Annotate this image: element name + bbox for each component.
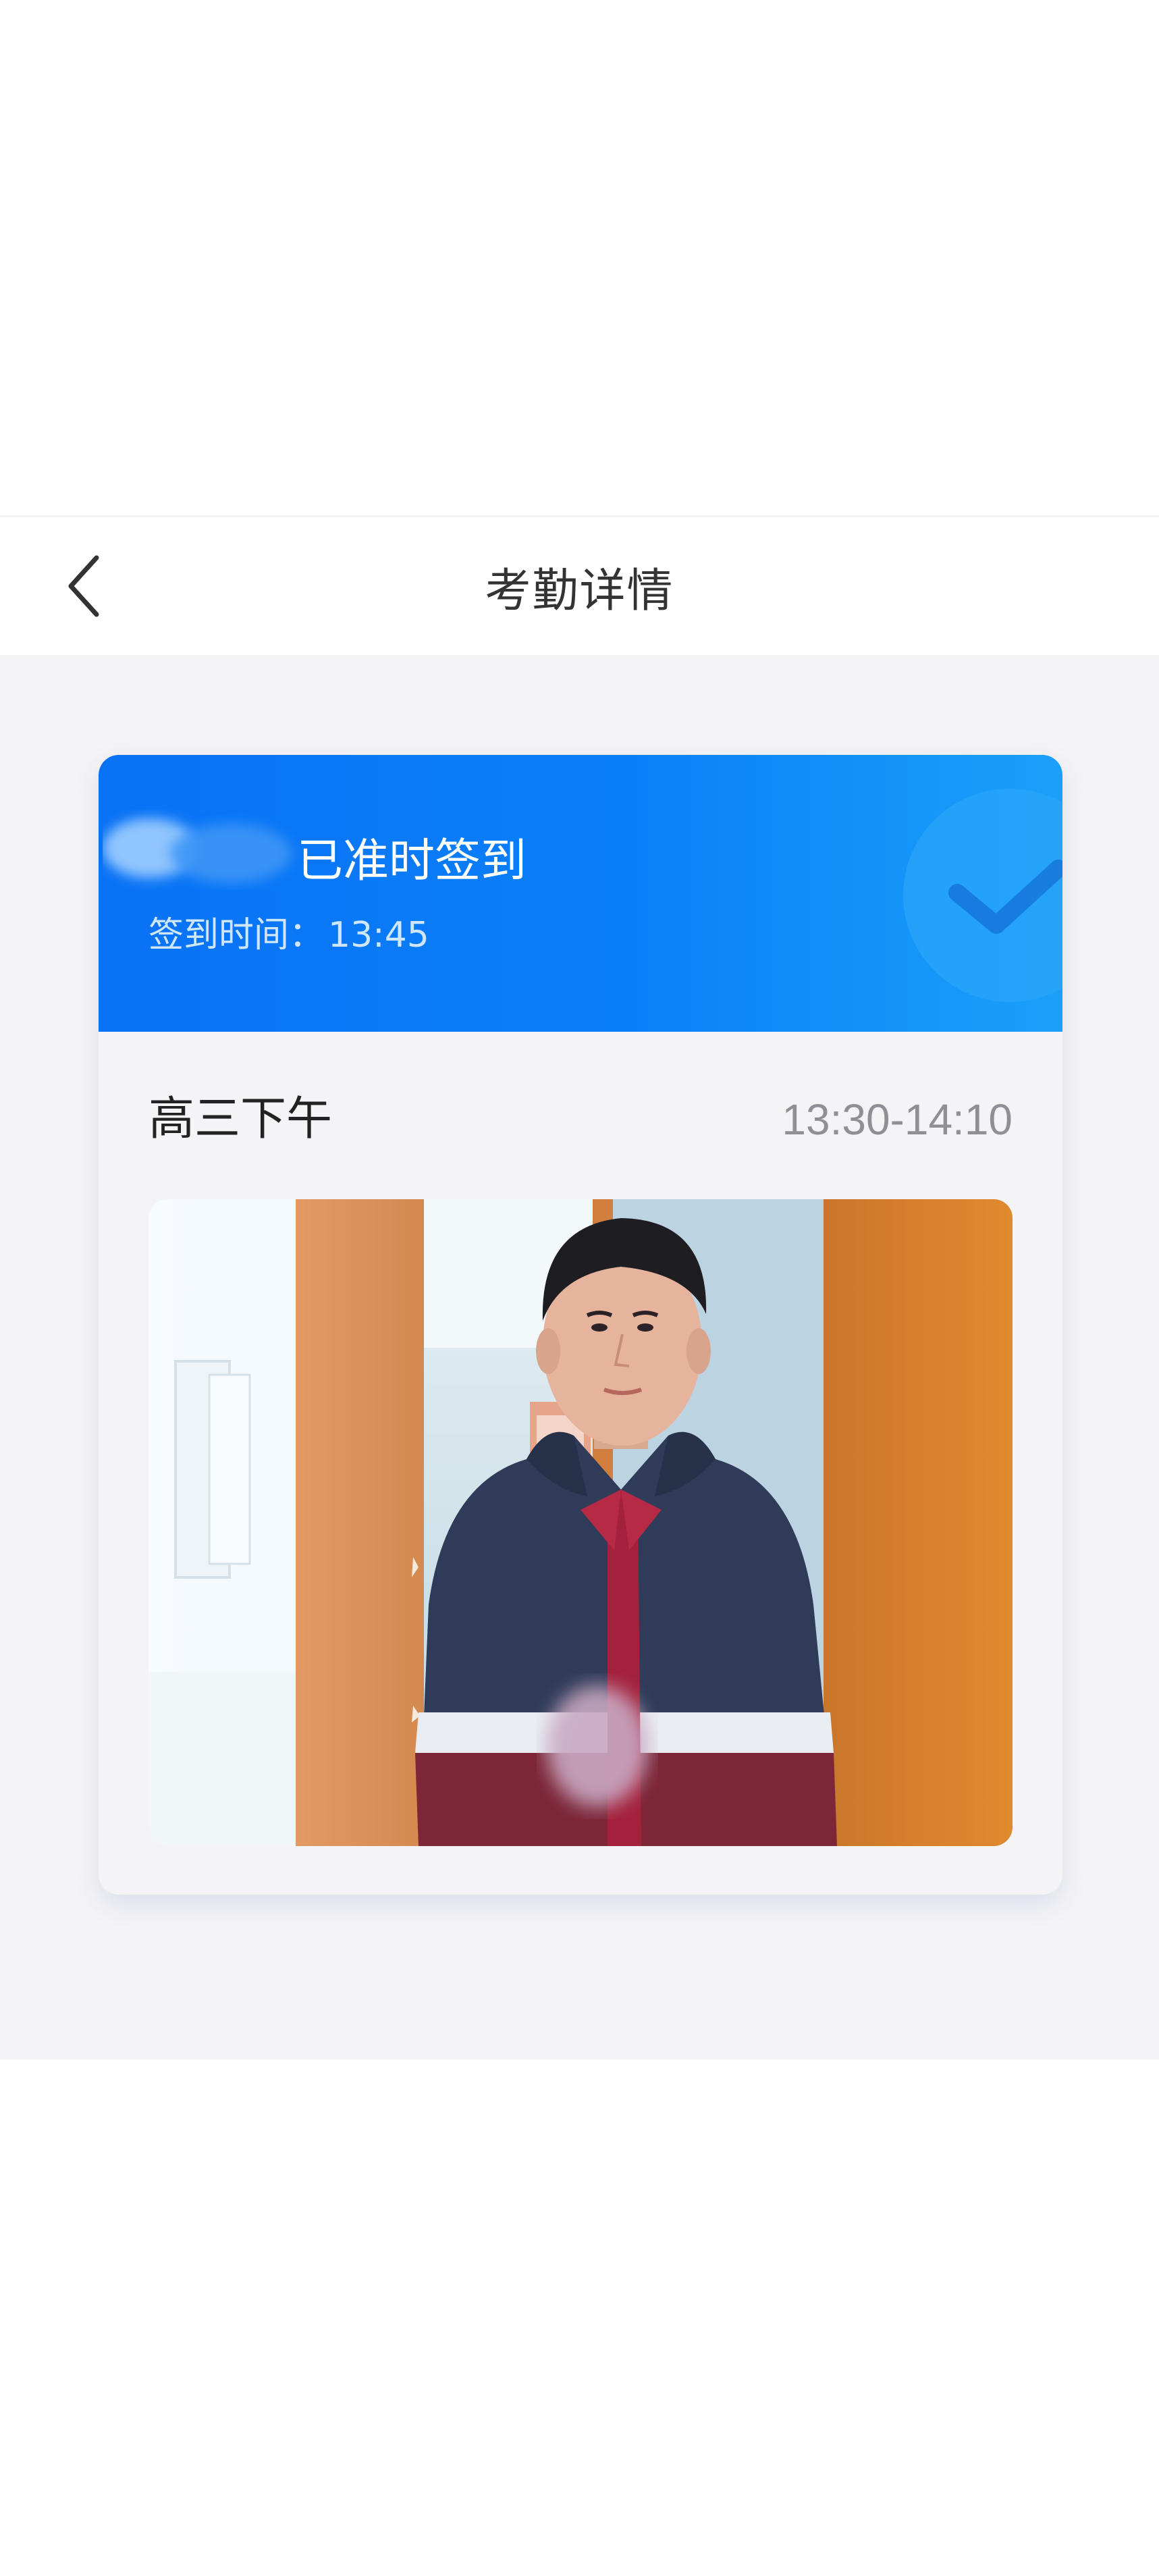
- session-time: 13:30-14:10: [782, 1095, 1013, 1144]
- checkin-time-label: 签到时间：: [149, 915, 325, 955]
- student-photo[interactable]: [149, 1199, 1013, 1846]
- attendance-detail-page: 考勤详情 已准时签到 签到时间： 13:45 高三下午 13:30-14:10: [0, 0, 1159, 2576]
- photo-illustration: [149, 1199, 1013, 1846]
- status-text: 已准时签到: [297, 835, 527, 888]
- session-row: 高三下午 13:30-14:10: [149, 1079, 1013, 1160]
- checkin-time-value: 13:45: [328, 915, 429, 955]
- name-redaction: [103, 818, 292, 883]
- card-header: 已准时签到 签到时间： 13:45: [99, 755, 1062, 1032]
- chevron-left-icon: [68, 555, 99, 617]
- checkin-time-row: 签到时间： 13:45: [149, 912, 429, 959]
- back-button[interactable]: [54, 548, 115, 624]
- checkmark-circle-icon: [903, 789, 1062, 1002]
- navbar: 考勤详情: [0, 517, 1159, 655]
- page-title: 考勤详情: [485, 564, 674, 618]
- attendance-card: 已准时签到 签到时间： 13:45 高三下午 13:30-14:10: [99, 755, 1062, 1895]
- session-name: 高三下午: [149, 1093, 333, 1146]
